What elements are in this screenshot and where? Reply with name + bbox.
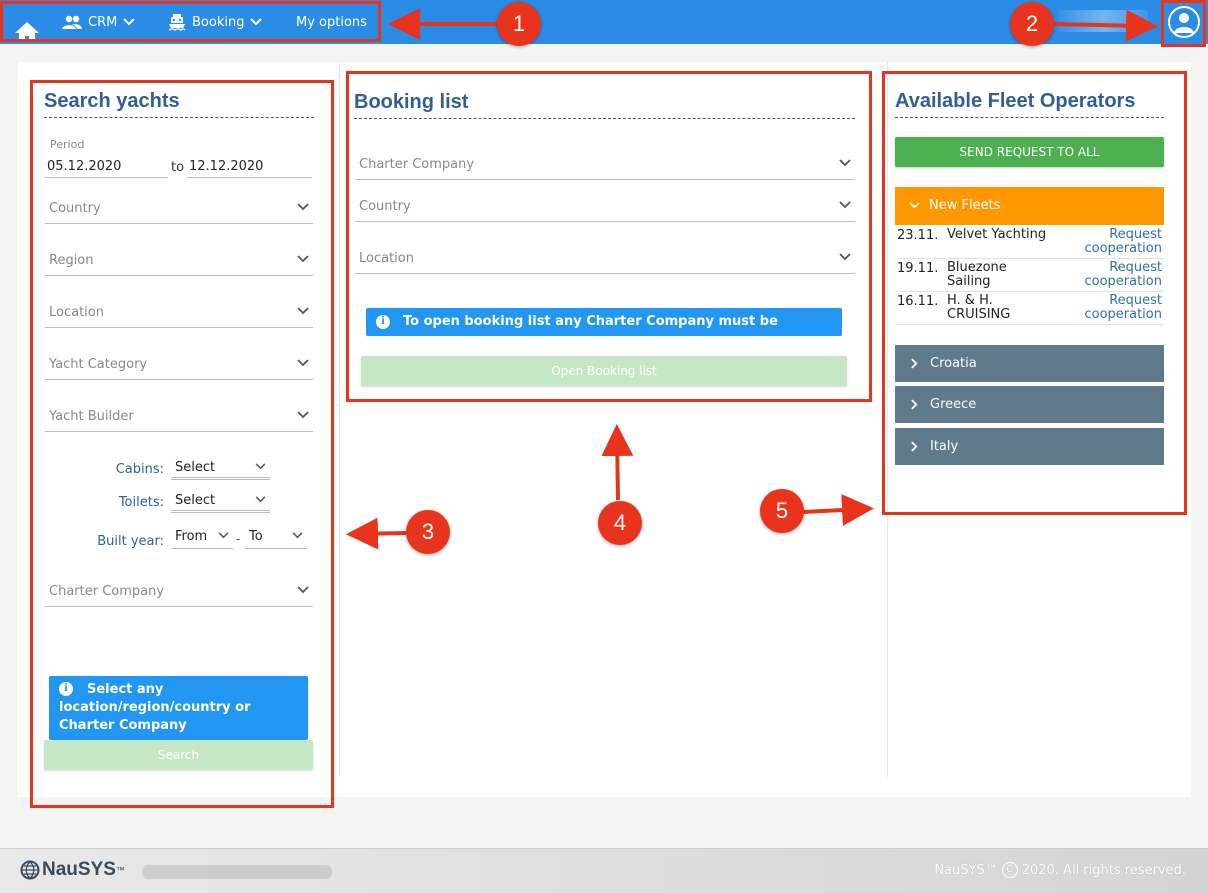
annotation-badge-4: 4 <box>598 501 642 545</box>
blurred-company-name <box>142 865 332 879</box>
logo-text: NauSYS <box>42 859 116 880</box>
annotation-badge-3: 3 <box>406 510 450 554</box>
annotation-box-1 <box>0 1 381 42</box>
copyright-text: 2020. All rights reserved. <box>1021 862 1186 878</box>
annotation-box-5 <box>882 71 1187 515</box>
copyright-icon: C <box>1001 862 1018 878</box>
globe-icon <box>20 860 40 880</box>
column-divider <box>339 62 340 777</box>
annotation-badge-2: 2 <box>1010 2 1054 46</box>
annotation-box-4 <box>346 71 872 402</box>
copyright-brand: NauSYS™ <box>934 862 998 878</box>
blurred-username <box>1058 10 1148 32</box>
copyright-notice: NauSYS™ C 2020. All rights reserved. <box>934 862 1186 878</box>
annotation-box-3 <box>30 80 334 808</box>
annotation-box-2 <box>1161 0 1206 47</box>
annotation-badge-1: 1 <box>497 2 541 46</box>
footer: NauSYS ™ NauSYS™ C 2020. All rights rese… <box>0 848 1208 893</box>
annotation-badge-5: 5 <box>760 489 804 533</box>
logo-trademark: ™ <box>115 865 125 875</box>
nausys-logo: NauSYS ™ <box>20 859 125 881</box>
